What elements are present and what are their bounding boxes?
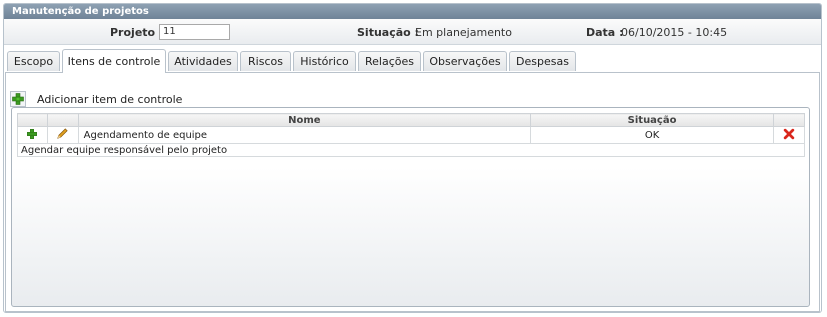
row-description: Agendar equipe responsável pelo projeto [17, 143, 805, 157]
tab-escopo[interactable]: Escopo [7, 51, 60, 71]
table-row-description: Agendar equipe responsável pelo projeto [17, 143, 805, 157]
row-nome: Agendamento de equipe [77, 126, 532, 144]
delete-icon[interactable] [783, 128, 795, 140]
plus-icon[interactable] [26, 128, 38, 140]
table-header-row: Nome Situação [17, 113, 805, 127]
plus-icon [12, 93, 24, 105]
items-table: Nome Situação Agendamento de equipe OK A… [17, 113, 805, 157]
situacao-label: Situação : [357, 26, 419, 39]
add-item-button[interactable] [10, 91, 26, 107]
row-delete-cell[interactable] [773, 126, 805, 144]
row-add-cell[interactable] [17, 126, 48, 144]
projeto-label: Projeto : [110, 26, 164, 39]
project-maintenance-window: Manutenção de projetos Projeto : 11 Situ… [3, 3, 822, 313]
tab-itens-de-controle[interactable]: Itens de controle [62, 49, 166, 73]
header-nome[interactable]: Nome [77, 113, 532, 127]
window-title: Manutenção de projetos [4, 4, 821, 19]
header-situacao[interactable]: Situação [530, 113, 775, 127]
header-add-col [17, 113, 48, 127]
row-situacao: OK [530, 126, 775, 144]
tab-atividades[interactable]: Atividades [168, 51, 238, 71]
project-info-bar: Projeto : 11 Situação : Em planejamento … [4, 19, 821, 45]
projeto-field[interactable]: 11 [159, 24, 230, 40]
tab-relacoes[interactable]: Relações [358, 51, 421, 71]
pencil-icon[interactable] [56, 127, 69, 140]
itens-de-controle-panel: Adicionar item de controle Nome Situação [5, 72, 820, 312]
data-value: 06/10/2015 - 10:45 [621, 26, 728, 39]
add-item-label[interactable]: Adicionar item de controle [37, 93, 182, 106]
tab-observacoes[interactable]: Observações [423, 51, 507, 71]
table-row: Agendamento de equipe OK [17, 126, 805, 144]
tab-historico[interactable]: Histórico [293, 51, 356, 71]
items-grid-container: Nome Situação Agendamento de equipe OK A… [11, 107, 810, 307]
situacao-value: Em planejamento [415, 26, 512, 39]
row-edit-cell[interactable] [46, 126, 79, 144]
header-edit-col [46, 113, 79, 127]
tab-despesas[interactable]: Despesas [509, 51, 576, 71]
data-label: Data : [586, 26, 624, 39]
header-delete-col [773, 113, 805, 127]
tab-riscos[interactable]: Riscos [240, 51, 291, 71]
